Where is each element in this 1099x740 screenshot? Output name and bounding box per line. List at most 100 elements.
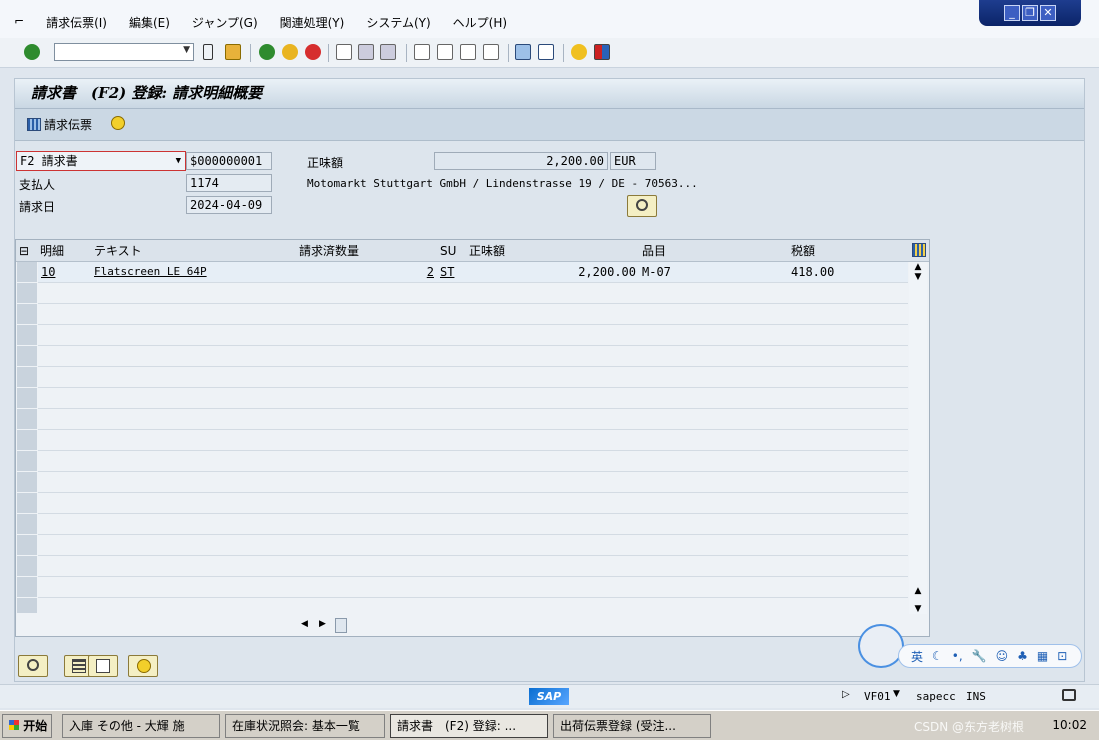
item-material: M-07: [642, 265, 671, 279]
lock-icon[interactable]: ⊡: [1057, 649, 1067, 663]
first-page-icon[interactable]: [414, 44, 430, 60]
items-table: ⊟ 明細 テキスト 請求済数量 SU 正味額 品目 税額 10 Flatscre…: [15, 239, 930, 637]
back-arrow-icon[interactable]: [203, 44, 213, 60]
menu-related[interactable]: 関連処理(Y): [280, 14, 345, 31]
scroll-page-down-icon[interactable]: ▼: [909, 604, 927, 614]
deselect-rows-icon: [96, 659, 110, 673]
standard-toolbar: [0, 38, 1099, 68]
magnifier-icon: [636, 199, 648, 211]
billing-date-field[interactable]: 2024-04-09: [186, 196, 272, 214]
row-selectors[interactable]: [17, 262, 37, 614]
vertical-scrollbar[interactable]: ▲ ▼ ▲ ▼: [909, 262, 927, 614]
task-goods-receipt[interactable]: 入庫 その他 - 大輝 施: [62, 714, 220, 738]
ime-mode[interactable]: 英: [911, 648, 923, 665]
col-material[interactable]: 品目: [639, 240, 788, 262]
previous-page-icon[interactable]: [437, 44, 453, 60]
select-all-icon[interactable]: ⊟: [16, 240, 37, 262]
col-item[interactable]: 明細: [37, 240, 91, 262]
detail-button[interactable]: [18, 655, 48, 677]
menu-system[interactable]: システム(Y): [366, 14, 430, 31]
deselect-all-button[interactable]: [88, 655, 118, 677]
scroll-down-icon[interactable]: ▼: [909, 272, 927, 282]
next-page-icon[interactable]: [460, 44, 476, 60]
command-field[interactable]: [54, 43, 194, 61]
payer-label: 支払人: [19, 178, 56, 192]
status-play-icon[interactable]: ▷: [842, 689, 850, 700]
horizontal-scrollbar[interactable]: ◀ ▶: [301, 617, 901, 635]
restore-button[interactable]: ❐: [1022, 5, 1038, 21]
item-tax: 418.00: [791, 265, 835, 279]
doc-number-field: $000000001: [186, 152, 272, 170]
ime-toolbar: 英 ☾ •, 🔧 ☺ ♣ ▦ ⊡: [858, 624, 1082, 668]
cancel-icon[interactable]: [305, 44, 321, 60]
item-su[interactable]: ST: [437, 262, 466, 283]
back-icon[interactable]: [259, 44, 275, 60]
new-session-icon[interactable]: [515, 44, 531, 60]
pricing-button[interactable]: [128, 655, 158, 677]
find-next-icon[interactable]: [380, 44, 396, 60]
close-button[interactable]: ✕: [1040, 5, 1056, 21]
moon-icon[interactable]: ☾: [932, 649, 943, 663]
menu-bar: ⌐ 請求伝票(I) 編集(E) ジャンプ(G) 関連処理(Y) システム(Y) …: [14, 14, 507, 31]
find-icon[interactable]: [358, 44, 374, 60]
scroll-right-icon[interactable]: ▶: [319, 619, 326, 629]
item-number[interactable]: 10: [38, 262, 91, 283]
punctuation-icon[interactable]: •,: [952, 649, 963, 663]
scroll-left-icon[interactable]: ◀: [301, 619, 308, 629]
scroll-up-icon[interactable]: ▲: [909, 262, 927, 272]
status-mode: INS: [966, 690, 986, 703]
col-billed-qty[interactable]: 請求済数量: [296, 240, 437, 262]
window-icon[interactable]: ⌐: [14, 14, 24, 31]
col-tax[interactable]: 税額: [788, 240, 909, 262]
watermark: CSDN @东方老树根: [914, 720, 1025, 734]
apps-icon[interactable]: ▦: [1037, 649, 1048, 663]
scroll-thumb[interactable]: [335, 618, 347, 633]
doc-type-select[interactable]: F2 請求書: [16, 151, 186, 171]
billing-document-button[interactable]: 請求伝票: [27, 116, 92, 133]
scroll-page-up-icon[interactable]: ▲: [909, 586, 927, 596]
display-document-button[interactable]: [627, 195, 657, 217]
sap-logo: SAP: [529, 688, 569, 705]
minimize-button[interactable]: _: [1004, 5, 1020, 21]
last-page-icon[interactable]: [483, 44, 499, 60]
status-dropdown-icon[interactable]: ▼: [893, 689, 900, 699]
item-text[interactable]: Flatscreen LE 64P: [91, 262, 296, 283]
date-label: 請求日: [19, 200, 56, 214]
screen-area: 請求書 (F2) 登録: 請求明細概要 請求伝票 F2 請求書 $0000000…: [14, 78, 1085, 682]
enter-check-icon[interactable]: [24, 44, 40, 60]
start-button[interactable]: 开始: [2, 714, 52, 738]
help-icon[interactable]: [571, 44, 587, 60]
table-row[interactable]: 10 Flatscreen LE 64P 2 ST 2,200.00 M-07 …: [38, 262, 908, 283]
ime-mascot-icon[interactable]: [858, 624, 904, 668]
net-amount-field: 2,200.00: [434, 152, 608, 170]
item-qty[interactable]: 2: [296, 262, 437, 283]
payer-field[interactable]: 1174: [186, 174, 272, 192]
layout-menu-icon[interactable]: [594, 44, 610, 60]
menu-jump[interactable]: ジャンプ(G): [192, 14, 258, 31]
save-icon[interactable]: [225, 44, 241, 60]
print-icon[interactable]: [336, 44, 352, 60]
emoji-icon[interactable]: ☺: [996, 649, 1009, 663]
shortcut-icon[interactable]: [538, 44, 554, 60]
status-lock-icon[interactable]: [1062, 689, 1076, 701]
col-su[interactable]: SU: [437, 240, 466, 262]
table-settings-icon[interactable]: [909, 240, 929, 262]
col-text[interactable]: テキスト: [91, 240, 296, 262]
task-stock-overview[interactable]: 在庫状況照会: 基本一覧: [225, 714, 385, 738]
exit-icon[interactable]: [282, 44, 298, 60]
menu-edit[interactable]: 編集(E): [129, 14, 170, 31]
net-amount-label: 正味額: [307, 156, 344, 170]
coin-button[interactable]: [111, 116, 125, 130]
windows-logo-icon: [9, 720, 19, 730]
status-tcode: VF01: [864, 690, 891, 703]
menu-invoice[interactable]: 請求伝票(I): [46, 14, 107, 31]
col-net-amount[interactable]: 正味額: [466, 240, 639, 262]
payer-address: Motomarkt Stuttgart GmbH / Lindenstrasse…: [307, 177, 698, 190]
task-invoice-create[interactable]: 請求書 (F2) 登録: ...: [390, 714, 548, 738]
task-delivery-create[interactable]: 出荷伝票登録 (受注...: [553, 714, 711, 738]
window-titlebar: ⌐ 請求伝票(I) 編集(E) ジャンプ(G) 関連処理(Y) システム(Y) …: [0, 0, 1099, 38]
menu-help[interactable]: ヘルプ(H): [453, 14, 507, 31]
wrench-icon[interactable]: 🔧: [972, 649, 987, 663]
skin-icon[interactable]: ♣: [1017, 649, 1028, 663]
ime-bar[interactable]: 英 ☾ •, 🔧 ☺ ♣ ▦ ⊡: [898, 644, 1082, 668]
